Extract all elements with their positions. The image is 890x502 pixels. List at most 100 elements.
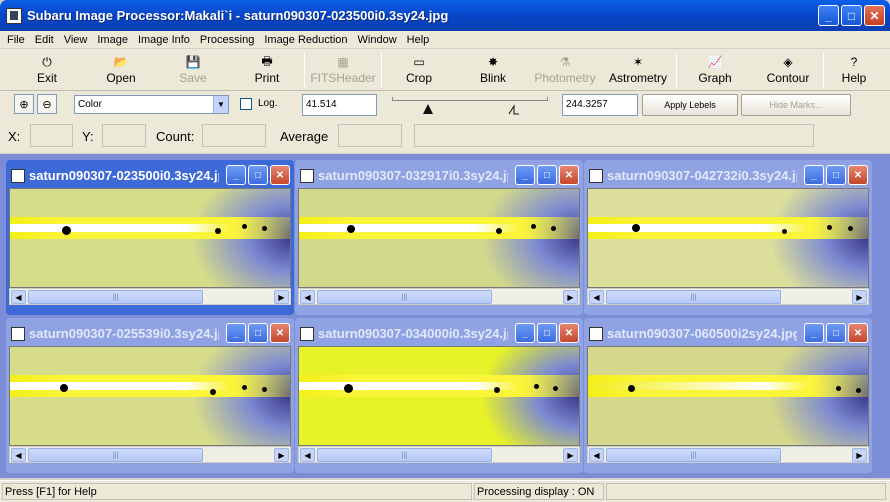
image-window[interactable]: saturn090307-032917i0.3sy24.jpg _ □ ✕ ◀ ||… [295, 160, 583, 315]
blink-button[interactable]: ✸ Blink [456, 49, 530, 91]
min-slider-handle[interactable] [422, 103, 434, 115]
fits-header-button[interactable]: ▦ FITSHeader [305, 49, 381, 91]
color-mode-select[interactable]: Color ▼ [74, 95, 229, 114]
menu-help[interactable]: Help [402, 34, 435, 46]
saturn-image[interactable] [9, 188, 291, 288]
scroll-thumb[interactable]: ||| [317, 290, 492, 304]
apply-labels-button[interactable]: Apply Lebels [642, 94, 738, 116]
menu-image[interactable]: Image [92, 34, 133, 46]
image-window[interactable]: saturn090307-025539i0.3sy24.jpg _ □ ✕ ◀ ||… [6, 318, 294, 473]
horizontal-scrollbar[interactable]: ◀ ||| ▶ [298, 446, 580, 463]
minimize-button[interactable]: _ [804, 165, 824, 185]
image-window-titlebar[interactable]: saturn090307-023500i0.3sy24.jpg _ □ ✕ [9, 163, 291, 188]
menu-window[interactable]: Window [353, 34, 402, 46]
scroll-right-icon[interactable]: ▶ [274, 290, 289, 304]
graph-button[interactable]: 📈 Graph [677, 49, 753, 91]
horizontal-scrollbar[interactable]: ◀ ||| ▶ [9, 446, 291, 463]
close-button[interactable]: ✕ [848, 165, 868, 185]
scroll-thumb[interactable]: ||| [28, 448, 203, 462]
saturn-image[interactable] [9, 346, 291, 446]
scroll-right-icon[interactable]: ▶ [563, 290, 578, 304]
maximize-button[interactable]: □ [841, 5, 862, 26]
open-button[interactable]: 📂 Open [86, 49, 156, 91]
saturn-image[interactable] [587, 188, 869, 288]
close-button[interactable]: ✕ [559, 165, 579, 185]
min-value-input[interactable]: 41.514 [302, 94, 377, 116]
menu-file[interactable]: File [2, 34, 30, 46]
minimize-button[interactable]: _ [515, 165, 535, 185]
help-button[interactable]: ? Help [824, 49, 884, 91]
image-window[interactable]: saturn090307-060500i2sy24.jpg _ □ ✕ ◀ ||| … [584, 318, 872, 473]
scroll-thumb[interactable]: ||| [28, 290, 203, 304]
moon-dot [262, 226, 267, 231]
horizontal-scrollbar[interactable]: ◀ ||| ▶ [298, 288, 580, 305]
saturn-image[interactable] [298, 188, 580, 288]
zoom-in-button[interactable]: ⊕ [14, 94, 34, 114]
close-button[interactable]: ✕ [559, 323, 579, 343]
maximize-button[interactable]: □ [248, 165, 268, 185]
horizontal-scrollbar[interactable]: ◀ ||| ▶ [587, 288, 869, 305]
minimize-button[interactable]: _ [818, 5, 839, 26]
contour-label: Contour [766, 71, 810, 85]
menu-edit[interactable]: Edit [30, 34, 59, 46]
scroll-left-icon[interactable]: ◀ [11, 290, 26, 304]
image-window-titlebar[interactable]: saturn090307-025539i0.3sy24.jpg _ □ ✕ [9, 321, 291, 346]
image-window-titlebar[interactable]: saturn090307-034000i0.3sy24.jpg _ □ ✕ [298, 321, 580, 346]
scroll-right-icon[interactable]: ▶ [852, 290, 867, 304]
minimize-button[interactable]: _ [226, 165, 246, 185]
scroll-right-icon[interactable]: ▶ [563, 448, 578, 462]
chevron-down-icon[interactable]: ▼ [213, 96, 228, 113]
scroll-thumb[interactable]: ||| [606, 290, 781, 304]
minimize-button[interactable]: _ [226, 323, 246, 343]
horizontal-scrollbar[interactable]: ◀ ||| ▶ [9, 288, 291, 305]
hide-marks-button[interactable]: Hide Marks... [741, 94, 851, 116]
log-checkbox[interactable] [240, 98, 252, 110]
image-window-titlebar[interactable]: saturn090307-060500i2sy24.jpg _ □ ✕ [587, 321, 869, 346]
menu-image-info[interactable]: Image Info [133, 34, 195, 46]
image-window-titlebar[interactable]: saturn090307-032917i0.3sy24.jpg _ □ ✕ [298, 163, 580, 188]
scroll-thumb[interactable]: ||| [317, 448, 492, 462]
image-window-titlebar[interactable]: saturn090307-042732i0.3sy24.jpg _ □ ✕ [587, 163, 869, 188]
maximize-button[interactable]: □ [537, 165, 557, 185]
contour-button[interactable]: ◈ Contour [753, 49, 823, 91]
scroll-right-icon[interactable]: ▶ [852, 448, 867, 462]
scroll-left-icon[interactable]: ◀ [589, 290, 604, 304]
document-icon [11, 168, 25, 183]
menu-processing[interactable]: Processing [195, 34, 259, 46]
menu-image-reduction[interactable]: Image Reduction [259, 34, 352, 46]
image-window[interactable]: saturn090307-023500i0.3sy24.jpg _ □ ✕ ◀ ||… [6, 160, 294, 315]
maximize-button[interactable]: □ [537, 323, 557, 343]
photometry-button[interactable]: ⚗ Photometry [530, 49, 600, 91]
exit-button[interactable]: ⏻ Exit [8, 49, 86, 91]
image-window-title: saturn090307-060500i2sy24.jpg [607, 326, 797, 341]
close-button[interactable]: ✕ [864, 5, 885, 26]
image-window[interactable]: saturn090307-034000i0.3sy24.jpg _ □ ✕ ◀ ||… [295, 318, 583, 473]
zoom-out-button[interactable]: ⊖ [37, 94, 57, 114]
scroll-right-icon[interactable]: ▶ [274, 448, 289, 462]
image-window[interactable]: saturn090307-042732i0.3sy24.jpg _ □ ✕ ◀ ||… [584, 160, 872, 315]
scroll-left-icon[interactable]: ◀ [300, 448, 315, 462]
horizontal-scrollbar[interactable]: ◀ ||| ▶ [587, 446, 869, 463]
max-slider-handle[interactable] [508, 103, 520, 115]
minimize-button[interactable]: _ [515, 323, 535, 343]
close-button[interactable]: ✕ [848, 323, 868, 343]
close-button[interactable]: ✕ [270, 323, 290, 343]
maximize-button[interactable]: □ [826, 323, 846, 343]
scroll-left-icon[interactable]: ◀ [11, 448, 26, 462]
print-button[interactable]: 🖶 Print [230, 49, 304, 91]
close-button[interactable]: ✕ [270, 165, 290, 185]
scroll-thumb[interactable]: ||| [606, 448, 781, 462]
minimize-button[interactable]: _ [804, 323, 824, 343]
saturn-image[interactable] [587, 346, 869, 446]
scroll-left-icon[interactable]: ◀ [589, 448, 604, 462]
maximize-button[interactable]: □ [826, 165, 846, 185]
max-value-input[interactable]: 244.3257 [562, 94, 638, 116]
menu-view[interactable]: View [59, 34, 93, 46]
scroll-left-icon[interactable]: ◀ [300, 290, 315, 304]
saturn-image[interactable] [298, 346, 580, 446]
maximize-button[interactable]: □ [248, 323, 268, 343]
range-slider[interactable] [392, 95, 548, 115]
astrometry-button[interactable]: ✶ Astrometry [600, 49, 676, 91]
save-button[interactable]: 💾 Save [156, 49, 230, 91]
crop-button[interactable]: ▭ Crop [382, 49, 456, 91]
